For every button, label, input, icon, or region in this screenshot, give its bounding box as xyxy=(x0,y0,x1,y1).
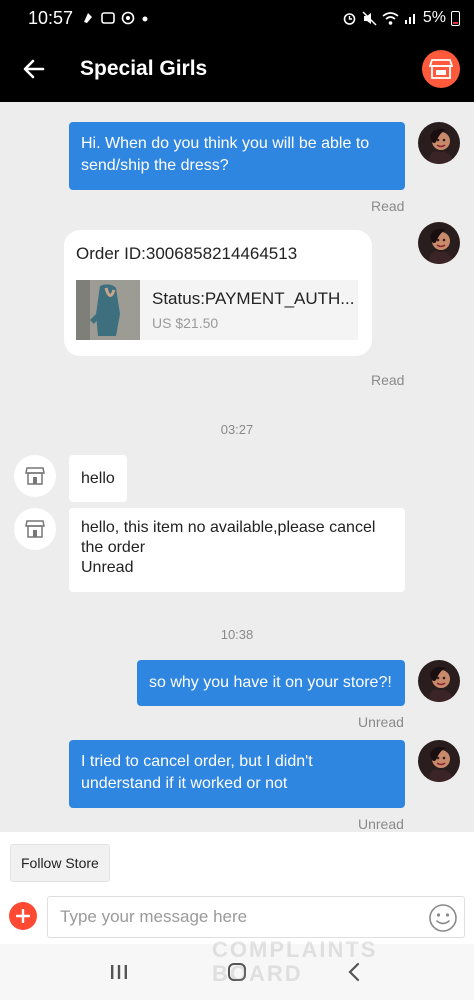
user-avatar[interactable] xyxy=(418,660,460,702)
user-avatar[interactable] xyxy=(418,222,460,264)
product-thumbnail xyxy=(76,280,140,340)
read-receipt: Unread xyxy=(358,816,404,832)
message-bubble-incoming[interactable]: hello xyxy=(69,455,127,502)
status-time: 10:57 xyxy=(28,7,74,28)
sync-icon xyxy=(121,11,135,25)
emoji-button[interactable] xyxy=(428,903,458,933)
store-button[interactable] xyxy=(422,50,460,88)
store-avatar[interactable] xyxy=(14,508,56,550)
smiley-icon xyxy=(429,904,457,932)
read-receipt: Unread xyxy=(358,714,404,730)
product-price: US $21.50 xyxy=(152,315,219,331)
recent-apps-button[interactable] xyxy=(99,952,139,992)
battery-percent: 5% xyxy=(422,9,446,26)
order-product[interactable]: Status:PAYMENT_AUTH... US $21.50 xyxy=(76,280,358,340)
messenger-icon xyxy=(101,12,115,24)
store-icon xyxy=(25,520,45,538)
message-text: so why you have it on your store?! xyxy=(149,674,392,691)
user-avatar[interactable] xyxy=(418,740,460,782)
status-system-icons: 5% xyxy=(342,9,460,27)
product-status: Status:PAYMENT_AUTH... xyxy=(152,289,355,308)
arrow-left-icon xyxy=(23,59,45,79)
read-receipt: Read xyxy=(371,198,405,214)
status-notification-icons xyxy=(81,11,149,25)
message-bubble-outgoing[interactable]: Hi. When do you think you will be able t… xyxy=(69,122,405,190)
store-icon xyxy=(429,59,453,79)
follow-store-button[interactable]: Follow Store xyxy=(10,844,110,882)
home-button[interactable] xyxy=(217,952,257,992)
page-title: Special Girls xyxy=(80,57,208,80)
composer-area: Follow Store Type your message here xyxy=(0,832,474,944)
avatar-image xyxy=(418,740,460,782)
battery-icon xyxy=(451,10,460,26)
message-input-placeholder: Type your message here xyxy=(60,907,248,926)
message-text: hello, this item no available,please can… xyxy=(81,519,376,556)
order-card[interactable]: Order ID:3006858214464513 Status:PAYMENT… xyxy=(64,230,372,356)
plus-icon xyxy=(16,909,30,923)
dot-icon xyxy=(142,16,148,22)
message-bubble-outgoing[interactable]: I tried to cancel order, but I didn't un… xyxy=(69,740,405,808)
message-input[interactable]: Type your message here xyxy=(47,896,465,938)
message-unread-label: Unread xyxy=(81,559,134,576)
user-avatar[interactable] xyxy=(418,122,460,164)
store-icon xyxy=(25,467,45,485)
back-button[interactable] xyxy=(14,49,54,89)
alarm-icon xyxy=(343,12,356,25)
time-separator: 03:27 xyxy=(220,422,254,437)
order-id: Order ID:3006858214464513 xyxy=(76,244,298,263)
avatar-image xyxy=(418,660,460,702)
message-text: hello xyxy=(81,470,115,487)
chevron-left-icon xyxy=(348,962,360,982)
wifi-icon xyxy=(382,11,399,25)
app-bar: Special Girls xyxy=(0,36,474,102)
read-receipt: Read xyxy=(371,372,405,388)
attach-button[interactable] xyxy=(9,902,37,930)
avatar-image xyxy=(418,222,460,264)
notification-icon xyxy=(84,13,93,23)
store-avatar[interactable] xyxy=(14,455,56,497)
status-bar: 10:57 5% xyxy=(0,0,474,36)
message-text: I tried to cancel order, but I didn't un… xyxy=(81,753,313,792)
message-bubble-outgoing[interactable]: so why you have it on your store?! xyxy=(137,660,405,706)
avatar-image xyxy=(418,122,460,164)
chat-area[interactable]: Hi. When do you think you will be able t… xyxy=(0,102,474,832)
signal-icon xyxy=(404,14,415,24)
message-text: Hi. When do you think you will be able t… xyxy=(81,135,370,174)
home-icon xyxy=(228,963,246,981)
time-separator: 10:38 xyxy=(220,627,254,642)
system-nav-bar xyxy=(0,944,474,1000)
recent-apps-icon xyxy=(111,965,127,979)
product-info: Status:PAYMENT_AUTH... US $21.50 xyxy=(152,289,354,331)
message-bubble-incoming[interactable]: hello, this item no available,please can… xyxy=(69,508,405,592)
back-nav-button[interactable] xyxy=(335,952,375,992)
mute-icon xyxy=(362,10,377,26)
